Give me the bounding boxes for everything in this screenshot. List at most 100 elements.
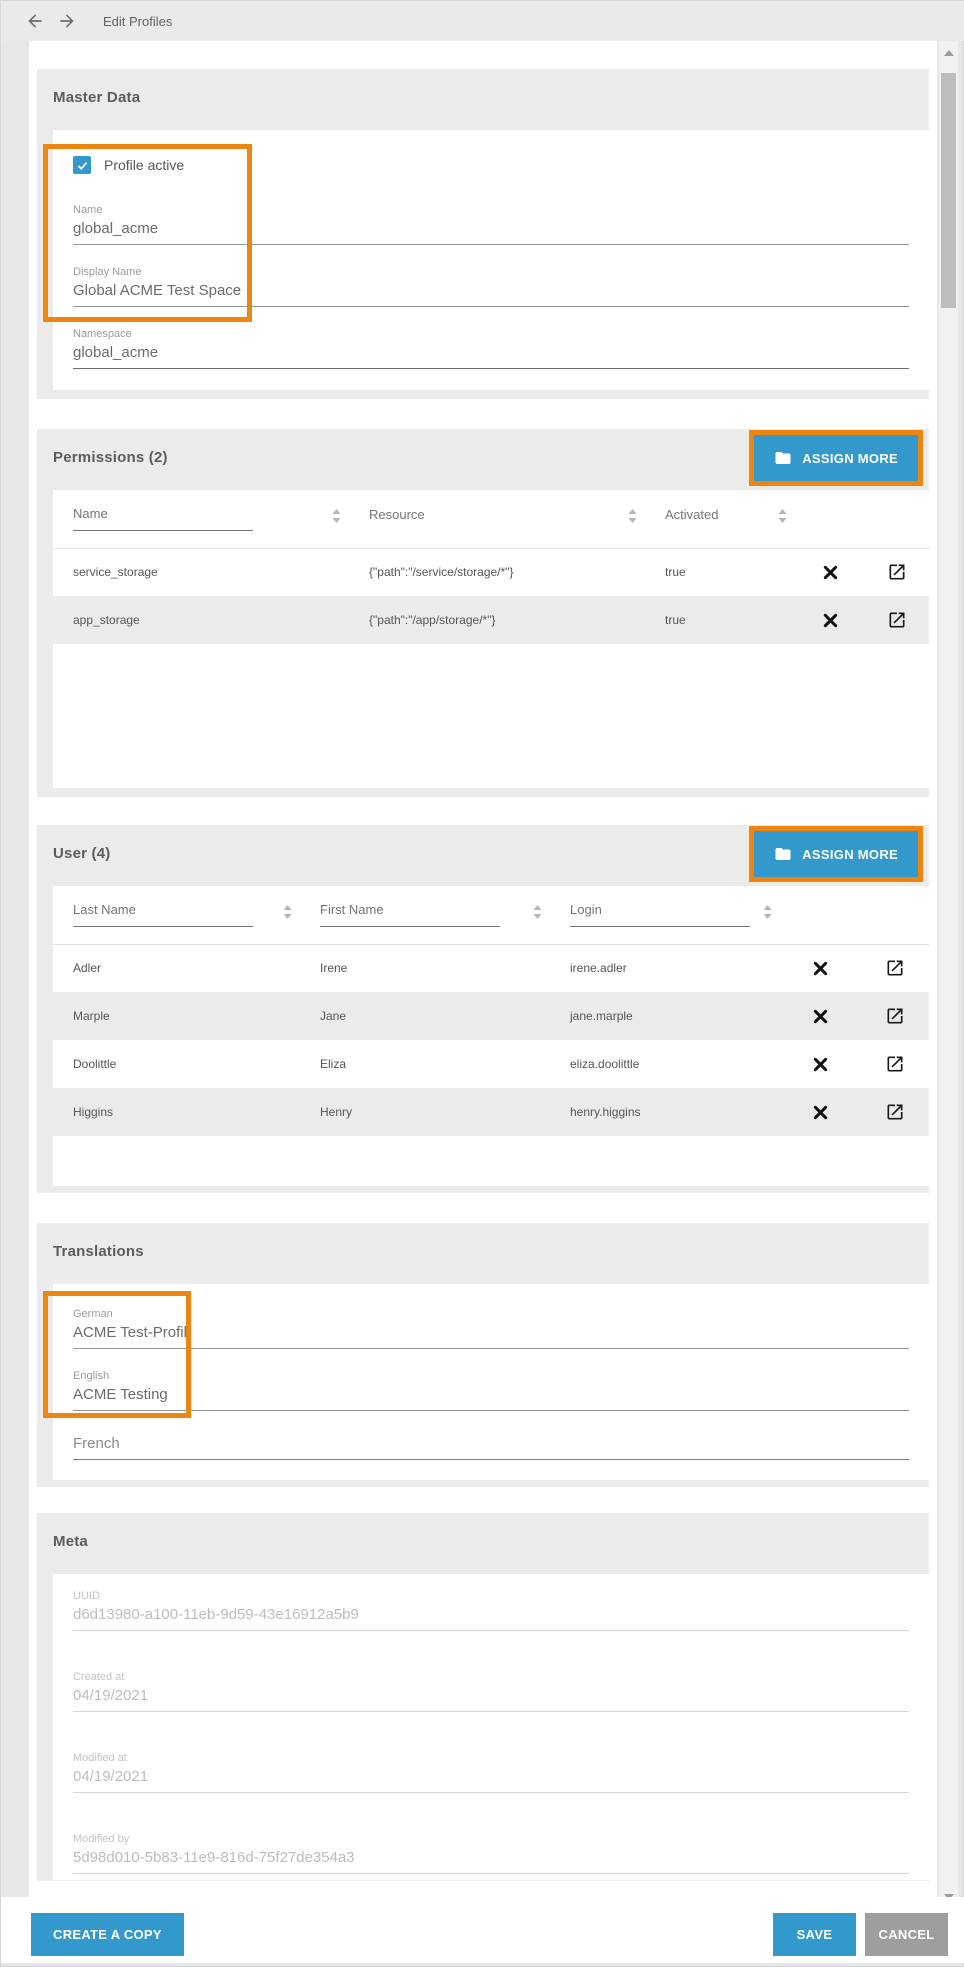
- remove-icon[interactable]: [813, 1057, 828, 1072]
- table-row: Adler Irene irene.adler: [53, 944, 929, 992]
- section-meta: Meta UUID d6d13980-a100-11eb-9d59-43e169…: [37, 1513, 929, 1881]
- sort-icon[interactable]: [778, 509, 787, 523]
- assign-more-permissions-button[interactable]: ASSIGN MORE: [754, 435, 918, 481]
- namespace-label: Namespace: [73, 328, 909, 340]
- cell-name: app_storage: [53, 596, 349, 644]
- forward-arrow-icon[interactable]: [57, 11, 77, 31]
- german-field: German ACME Test-Profil: [73, 1308, 909, 1349]
- column-resource: Resource: [369, 507, 425, 531]
- cell-first-name: Jane: [300, 992, 550, 1040]
- cell-resource: {"path":"/app/storage/*"}: [349, 596, 645, 644]
- english-field: English ACME Testing: [73, 1370, 909, 1411]
- created-at-label: Created at: [73, 1671, 909, 1683]
- cell-last-name: Adler: [53, 944, 300, 992]
- table-row: app_storage {"path":"/app/storage/*"} tr…: [53, 596, 929, 644]
- permissions-table: Name Resource Activated: [53, 490, 929, 644]
- folder-icon: [774, 449, 792, 467]
- cell-login: jane.marple: [550, 992, 780, 1040]
- remove-icon[interactable]: [823, 565, 838, 580]
- german-label: German: [73, 1308, 909, 1320]
- table-row: service_storage {"path":"/service/storag…: [53, 548, 929, 596]
- assign-more-users-button[interactable]: ASSIGN MORE: [754, 831, 918, 877]
- open-in-new-icon[interactable]: [887, 562, 907, 582]
- column-activated: Activated: [665, 507, 718, 531]
- display-name-field: Display Name Global ACME Test Space: [73, 266, 909, 307]
- top-navigation-bar: Edit Profiles: [1, 1, 964, 41]
- created-at-field: Created at 04/19/2021: [73, 1671, 909, 1712]
- translations-card: German ACME Test-Profil English ACME Tes…: [53, 1284, 929, 1480]
- folder-icon: [774, 845, 792, 863]
- section-title: Master Data: [53, 89, 921, 106]
- uuid-value: d6d13980-a100-11eb-9d59-43e16912a5b9: [73, 1606, 909, 1631]
- cell-first-name: Eliza: [300, 1040, 550, 1088]
- cell-first-name: Irene: [300, 944, 550, 992]
- assign-more-label: ASSIGN MORE: [802, 451, 898, 466]
- cell-last-name: Doolittle: [53, 1040, 300, 1088]
- namespace-input[interactable]: global_acme: [73, 344, 909, 369]
- filter-first-name-input[interactable]: First Name: [320, 902, 500, 927]
- open-in-new-icon[interactable]: [885, 1102, 905, 1122]
- create-copy-button[interactable]: CREATE A COPY: [31, 1913, 184, 1956]
- remove-icon[interactable]: [813, 1105, 828, 1120]
- filter-login-input[interactable]: Login: [570, 902, 750, 927]
- uuid-label: UUID: [73, 1590, 909, 1602]
- profile-active-label: Profile active: [104, 157, 184, 173]
- cancel-button[interactable]: CANCEL: [865, 1913, 948, 1956]
- users-header-row: Last Name First Name Login: [53, 886, 929, 944]
- scroll-up-icon[interactable]: [944, 50, 954, 56]
- remove-icon[interactable]: [813, 961, 828, 976]
- table-row: Doolittle Eliza eliza.doolittle: [53, 1040, 929, 1088]
- modified-at-label: Modified at: [73, 1752, 909, 1764]
- permissions-header-row: Name Resource Activated: [53, 490, 929, 548]
- table-row: Marple Jane jane.marple: [53, 992, 929, 1040]
- meta-card: UUID d6d13980-a100-11eb-9d59-43e16912a5b…: [53, 1574, 929, 1880]
- edit-profile-form-panel: Master Data Profile active Name global_a…: [29, 41, 937, 1897]
- cell-first-name: Henry: [300, 1088, 550, 1136]
- french-input[interactable]: French: [73, 1435, 909, 1460]
- german-input[interactable]: ACME Test-Profil: [73, 1324, 909, 1349]
- sort-icon[interactable]: [332, 509, 341, 523]
- assign-more-label: ASSIGN MORE: [802, 847, 898, 862]
- scrollbar-thumb[interactable]: [941, 73, 956, 308]
- sort-icon[interactable]: [628, 509, 637, 523]
- remove-icon[interactable]: [813, 1009, 828, 1024]
- sort-icon[interactable]: [763, 905, 772, 919]
- sort-icon[interactable]: [533, 905, 542, 919]
- french-field: French: [73, 1435, 909, 1460]
- open-in-new-icon[interactable]: [885, 1006, 905, 1026]
- section-users: User (4) ASSIGN MORE Last Name First: [37, 825, 929, 1193]
- cell-last-name: Marple: [53, 992, 300, 1040]
- cell-activated: true: [645, 548, 795, 596]
- profile-active-row: Profile active: [73, 144, 909, 174]
- display-name-input[interactable]: Global ACME Test Space: [73, 282, 909, 307]
- created-at-value: 04/19/2021: [73, 1687, 909, 1712]
- cell-login: eliza.doolittle: [550, 1040, 780, 1088]
- open-in-new-icon[interactable]: [887, 610, 907, 630]
- back-arrow-icon[interactable]: [25, 11, 45, 31]
- filter-last-name-input[interactable]: Last Name: [73, 902, 253, 927]
- uuid-field: UUID d6d13980-a100-11eb-9d59-43e16912a5b…: [73, 1590, 909, 1631]
- cell-login: henry.higgins: [550, 1088, 780, 1136]
- profile-active-checkbox[interactable]: [73, 156, 91, 174]
- display-name-label: Display Name: [73, 266, 909, 278]
- cell-activated: true: [645, 596, 795, 644]
- modified-by-value: 5d98d010-5b83-11e9-816d-75f27de354a3: [73, 1849, 909, 1874]
- namespace-field: Namespace global_acme: [73, 328, 909, 369]
- name-field: Name global_acme: [73, 204, 909, 245]
- english-input[interactable]: ACME Testing: [73, 1386, 909, 1411]
- open-in-new-icon[interactable]: [885, 958, 905, 978]
- english-label: English: [73, 1370, 909, 1382]
- section-title: Meta: [53, 1533, 921, 1550]
- save-button[interactable]: SAVE: [773, 1913, 856, 1956]
- sort-icon[interactable]: [283, 905, 292, 919]
- filter-name-input[interactable]: Name: [73, 506, 253, 531]
- vertical-scrollbar[interactable]: [939, 41, 958, 1909]
- open-in-new-icon[interactable]: [885, 1054, 905, 1074]
- users-table-card: Last Name First Name Login: [53, 886, 929, 1186]
- name-input[interactable]: global_acme: [73, 220, 909, 245]
- action-bar: CREATE A COPY SAVE CANCEL: [1, 1897, 964, 1963]
- assign-more-highlight: ASSIGN MORE: [749, 826, 923, 882]
- cell-name: service_storage: [53, 548, 349, 596]
- cell-resource: {"path":"/service/storage/*"}: [349, 548, 645, 596]
- remove-icon[interactable]: [823, 613, 838, 628]
